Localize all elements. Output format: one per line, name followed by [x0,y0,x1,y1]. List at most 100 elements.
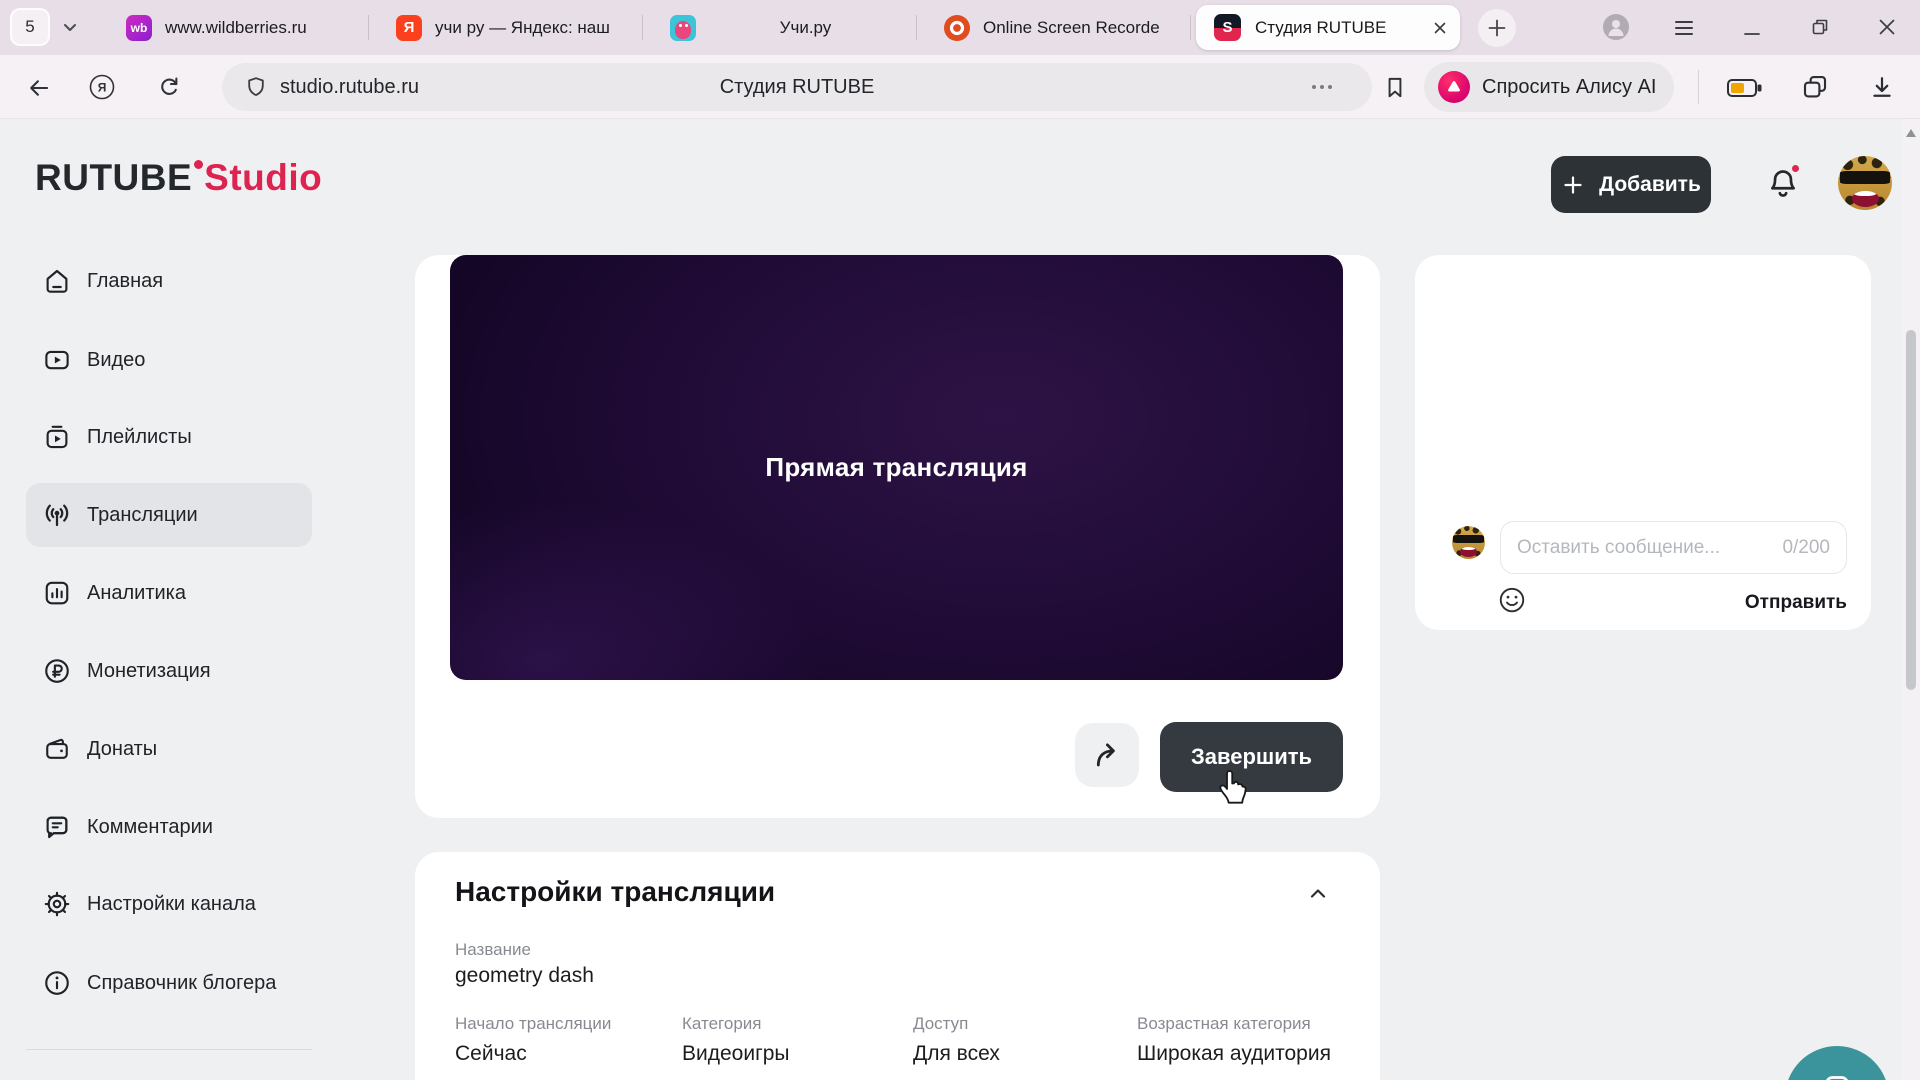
sidebar-item-blogger-guide[interactable]: Справочник блогера [26,951,312,1015]
sidebar-item-broadcasts[interactable]: Трансляции [26,483,312,547]
avatar-art [1453,535,1484,543]
tab-divider [368,15,369,40]
profile-icon[interactable] [1602,13,1630,41]
field-value: Сейчас [455,1042,527,1066]
add-button[interactable]: Добавить [1551,156,1711,213]
downloads-icon[interactable] [1868,73,1896,101]
avatar-art [1460,547,1477,557]
info-icon [42,968,72,998]
url-text: studio.rutube.ru [280,76,419,99]
sidebar-item-donations[interactable]: Донаты [26,717,312,781]
more-actions-icon[interactable] [1312,85,1332,89]
tab-wildberries[interactable]: wb www.wildberries.ru [100,0,368,55]
alice-icon [1438,71,1470,103]
address-bar[interactable]: studio.rutube.ru Студия RUTUBE [222,63,1372,111]
comments-icon [42,812,72,842]
analytics-icon [42,578,72,608]
sidebar-item-playlists[interactable]: Плейлисты [26,405,312,469]
chat-message-field[interactable]: 0/200 [1500,521,1847,574]
sidebar-item-label: Настройки канала [87,893,256,916]
sidebar-item-label: Донаты [87,738,157,761]
live-stream-player[interactable]: Прямая трансляция [450,255,1343,680]
support-camera-icon [1819,1070,1855,1080]
tab-uchi-ru[interactable]: Учи.ру [644,0,916,55]
minimize-window-icon[interactable] [1740,18,1764,40]
close-window-icon[interactable] [1876,16,1898,38]
rutube-studio-logo[interactable]: RUTUBE Studio [35,157,322,199]
emoji-smiley-icon[interactable] [1497,585,1527,615]
yandex-services-icon[interactable]: Я [88,73,116,101]
scroll-up-arrow[interactable] [1906,129,1916,137]
menu-icon[interactable] [1672,17,1696,39]
uchi-favicon [670,15,696,41]
share-icon [1091,739,1123,771]
tab-bar: 5 wb www.wildberries.ru Я учи ру — Яндек… [0,0,1920,55]
monetization-icon [42,656,72,686]
sidebar-item-video[interactable]: Видео [26,328,312,392]
share-button[interactable] [1075,723,1139,787]
field-value: Видеоигры [682,1042,790,1066]
scrollbar-thumb[interactable] [1906,330,1916,690]
recorder-favicon [944,15,970,41]
page-scrollbar[interactable] [1902,119,1920,1080]
stream-settings-card: Настройки трансляции Название geometry d… [415,852,1380,1080]
battery-icon[interactable] [1726,76,1764,100]
stream-name-value: geometry dash [455,964,594,988]
page-title: Студия RUTUBE [720,76,875,99]
donations-icon [42,734,72,764]
send-message-button[interactable]: Отправить [1745,592,1847,614]
sidebar-item-label: Комментарии [87,816,213,839]
plus-icon [1561,173,1585,197]
wildberries-favicon: wb [126,15,152,41]
extensions-icon[interactable] [1800,72,1830,102]
stream-settings-title: Настройки трансляции [455,876,775,908]
ask-alice-label: Спросить Алису AI [1482,76,1656,99]
notifications-bell-icon[interactable] [1766,165,1802,205]
collapse-chevron-up-icon[interactable] [1304,882,1332,906]
sidebar-item-label: Главная [87,270,163,293]
sidebar-item-label: Плейлисты [87,426,192,449]
rutube-studio-page: RUTUBE Studio Добавить Главная [0,119,1920,1080]
logo-rutube-text: RUTUBE [35,157,192,199]
support-fab-button[interactable] [1785,1046,1889,1080]
new-tab-button[interactable] [1478,9,1516,47]
shield-icon[interactable] [244,75,268,99]
tab-rutube-studio-active[interactable]: S Студия RUTUBE [1196,5,1460,50]
rutube-studio-favicon: S [1214,14,1241,41]
sidebar-item-monetization[interactable]: Монетизация [26,639,312,703]
stream-name-label: Название [455,940,531,960]
char-counter: 0/200 [1782,537,1830,559]
sidebar-item-home[interactable]: Главная [26,249,312,313]
logo-studio-text: Studio [204,157,322,199]
close-tab-icon[interactable] [1432,20,1448,36]
tab-screen-recorder[interactable]: Online Screen Recorde [918,0,1190,55]
field-label: Доступ [913,1014,968,1034]
restore-window-icon[interactable] [1808,15,1832,39]
sidebar-item-label: Аналитика [87,582,186,605]
sidebar-item-analytics[interactable]: Аналитика [26,561,312,625]
sidebar-item-comments[interactable]: Комментарии [26,795,312,859]
browser-toolbar: Я studio.rutube.ru Студия RUTUBE Спросит… [0,55,1920,119]
avatar-art [1840,171,1891,185]
field-value: Для всех [913,1042,1000,1066]
chat-user-avatar [1452,526,1485,559]
add-button-label: Добавить [1599,173,1701,197]
tab-label: www.wildberries.ru [165,18,354,38]
back-icon[interactable] [26,75,52,101]
sidebar-item-channel-settings[interactable]: Настройки канала [26,872,312,936]
logo-dot [194,160,203,169]
refresh-icon[interactable] [156,74,182,100]
broadcasts-icon [42,500,72,530]
tab-yandex-search[interactable]: Я учи ру — Яндекс: наш [370,0,642,55]
bookmark-icon[interactable] [1382,74,1408,100]
sidebar-item-label: Трансляции [87,504,198,527]
user-avatar[interactable] [1838,156,1892,210]
ask-alice-button[interactable]: Спросить Алису AI [1424,62,1674,112]
playlists-icon [42,422,72,452]
video-icon [42,345,72,375]
chevron-down-icon[interactable] [58,15,82,39]
live-chat-panel: 0/200 Отправить [1415,255,1871,630]
chat-message-input[interactable] [1517,537,1774,559]
tab-counter-button[interactable]: 5 [10,8,50,46]
svg-text:Я: Я [98,81,107,95]
